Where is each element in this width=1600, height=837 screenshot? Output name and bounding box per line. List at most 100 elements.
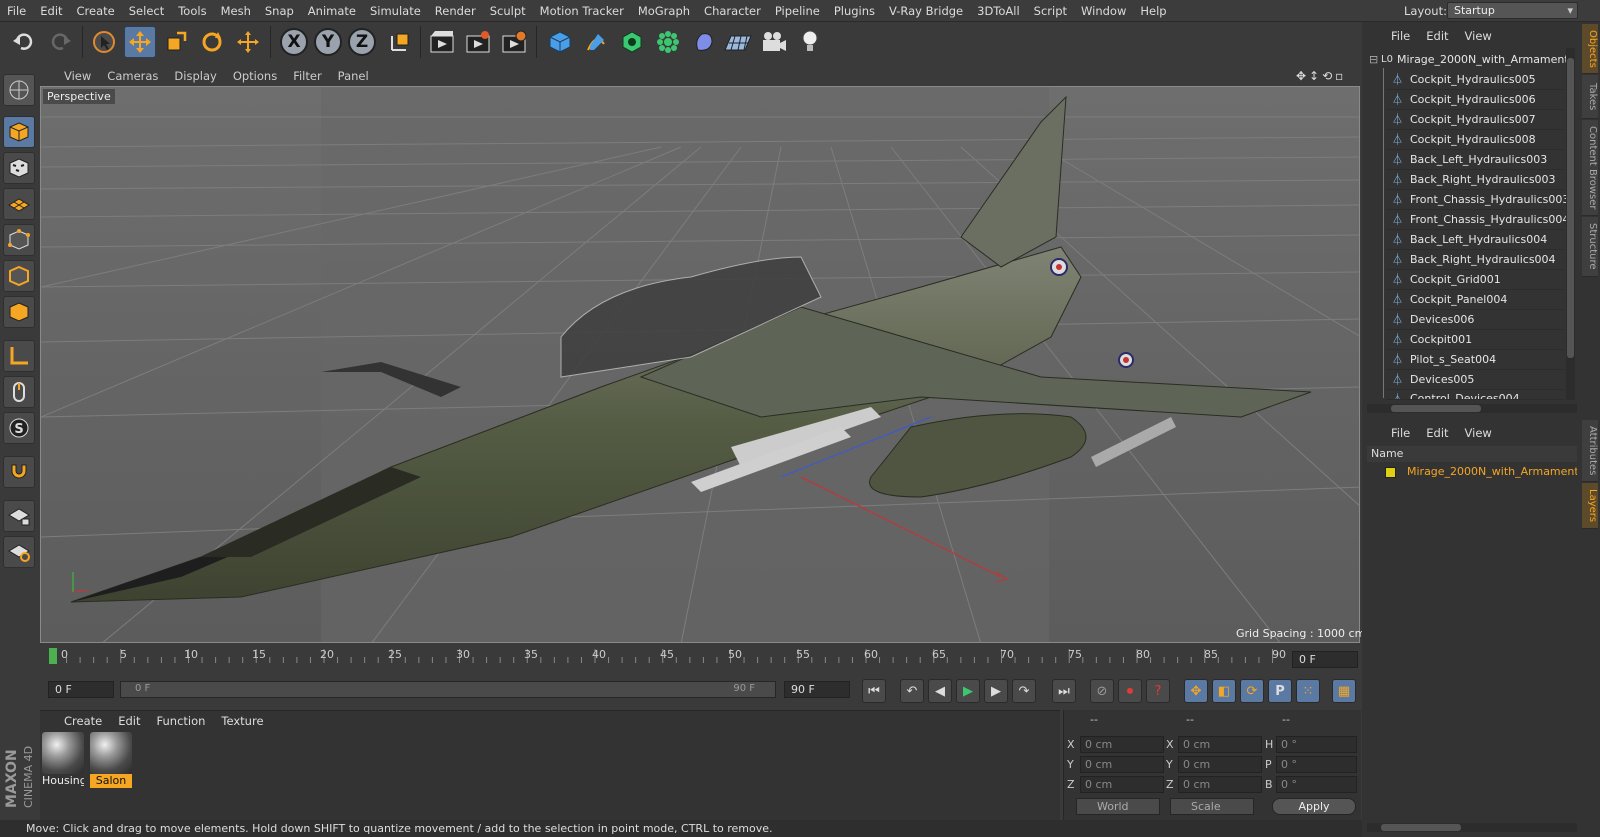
obj-menu-file[interactable]: File xyxy=(1383,26,1418,46)
scroll-thumb[interactable] xyxy=(1567,58,1574,358)
tab-layers[interactable]: Layers xyxy=(1582,483,1598,529)
magnet-icon[interactable] xyxy=(3,456,35,488)
edges-mode-icon[interactable] xyxy=(3,260,35,292)
menu-script[interactable]: Script xyxy=(1027,0,1074,22)
model-mode-icon[interactable] xyxy=(3,116,35,148)
layout-select[interactable]: Startup xyxy=(1447,2,1578,19)
z-axis-lock[interactable]: Z xyxy=(348,28,376,56)
menu-mesh[interactable]: Mesh xyxy=(214,0,258,22)
position-y-field[interactable]: 0 cm xyxy=(1080,756,1164,773)
polygons-mode-icon[interactable] xyxy=(3,296,35,328)
object-item[interactable]: ⏃ Cockpit001 xyxy=(1386,330,1564,350)
playhead[interactable] xyxy=(49,648,57,664)
size-y-field[interactable]: 0 cm xyxy=(1178,756,1262,773)
previous-key-icon[interactable]: ↶ xyxy=(900,679,924,703)
menu-file[interactable]: File xyxy=(0,0,33,22)
frame-range-slider[interactable]: 0 F 90 F xyxy=(120,681,776,698)
mat-menu-edit[interactable]: Edit xyxy=(110,711,148,731)
scroll-thumb[interactable] xyxy=(1391,405,1481,412)
workplane-icon[interactable] xyxy=(3,188,35,220)
vp-menu-display[interactable]: Display xyxy=(166,66,224,86)
menu-tools[interactable]: Tools xyxy=(171,0,213,22)
menu-pipeline[interactable]: Pipeline xyxy=(768,0,827,22)
next-frame-icon[interactable]: ▶ xyxy=(984,679,1008,703)
floor-icon[interactable] xyxy=(722,26,754,58)
auto-keying-icon[interactable]: ⏺ xyxy=(1118,679,1142,703)
objects-vscrollbar[interactable] xyxy=(1566,48,1575,400)
scale-tool-icon[interactable] xyxy=(160,26,192,58)
objects-hscrollbar[interactable] xyxy=(1367,404,1577,413)
keyframe-selection-icon[interactable]: ? xyxy=(1146,679,1170,703)
object-item[interactable]: ⏃ Back_Left_Hydraulics003 xyxy=(1386,150,1564,170)
transform-tool-icon[interactable] xyxy=(232,26,264,58)
light-icon[interactable] xyxy=(794,26,826,58)
object-item[interactable]: ⏃ Pilot_s_Seat004 xyxy=(1386,350,1564,370)
menu-vray-bridge[interactable]: V-Ray Bridge xyxy=(882,0,970,22)
go-to-start-icon[interactable]: ⏮ xyxy=(862,679,886,703)
texture-mode-icon[interactable] xyxy=(3,152,35,184)
menu-render[interactable]: Render xyxy=(428,0,483,22)
layer-menu-edit[interactable]: Edit xyxy=(1418,423,1456,443)
key-parameter-icon[interactable]: P xyxy=(1268,679,1292,703)
tab-takes[interactable]: Takes xyxy=(1582,75,1598,119)
redo-icon[interactable] xyxy=(44,26,76,58)
axis-mode-icon[interactable] xyxy=(3,340,35,372)
layers-hscrollbar[interactable] xyxy=(1367,823,1577,832)
points-mode-icon[interactable] xyxy=(3,224,35,256)
menu-mograph[interactable]: MoGraph xyxy=(631,0,697,22)
object-item[interactable]: ⏃ Cockpit_Hydraulics005 xyxy=(1386,70,1564,90)
coordinate-system-icon[interactable] xyxy=(384,26,416,58)
rotation-b-field[interactable]: 0 ° xyxy=(1276,776,1357,793)
layer-item[interactable]: Mirage_2000N_with_Armament_Ca xyxy=(1367,463,1577,481)
obj-menu-view[interactable]: View xyxy=(1457,26,1500,46)
y-axis-lock[interactable]: Y xyxy=(314,28,342,56)
play-icon[interactable]: ▶ xyxy=(956,679,980,703)
camera-icon[interactable] xyxy=(758,26,790,58)
object-item[interactable]: ⏃ Cockpit_Hydraulics006 xyxy=(1386,90,1564,110)
object-item[interactable]: ⏃ Control_Devices004 xyxy=(1386,390,1564,400)
menu-snap[interactable]: Snap xyxy=(258,0,301,22)
menu-sculpt[interactable]: Sculpt xyxy=(483,0,533,22)
object-item[interactable]: ⏃ Back_Left_Hydraulics004 xyxy=(1386,230,1564,250)
object-item[interactable]: ⏃ Devices006 xyxy=(1386,310,1564,330)
mat-menu-create[interactable]: Create xyxy=(56,711,110,731)
snap-icon[interactable]: S xyxy=(3,412,35,444)
object-item[interactable]: ⏃ Cockpit_Panel004 xyxy=(1386,290,1564,310)
menu-character[interactable]: Character xyxy=(697,0,768,22)
move-tool-icon[interactable] xyxy=(124,26,156,58)
collapse-icon[interactable]: ⊟ xyxy=(1369,50,1378,70)
menu-motion-tracker[interactable]: Motion Tracker xyxy=(533,0,631,22)
deformer-icon[interactable] xyxy=(688,26,720,58)
live-selection-icon[interactable] xyxy=(88,26,120,58)
key-position-icon[interactable]: ✥ xyxy=(1184,679,1208,703)
position-z-field[interactable]: 0 cm xyxy=(1080,776,1164,793)
current-frame-field[interactable]: 0 F xyxy=(1292,651,1358,668)
material-salon[interactable]: Salon xyxy=(90,732,132,788)
key-rotation-icon[interactable]: ⟳ xyxy=(1240,679,1264,703)
mograph-cloner-icon[interactable] xyxy=(652,26,684,58)
object-item[interactable]: ⏃ Devices005 xyxy=(1386,370,1564,390)
size-mode-dropdown[interactable]: Scale xyxy=(1170,798,1254,815)
vp-menu-options[interactable]: Options xyxy=(225,66,285,86)
object-item[interactable]: ⏃ Front_Chassis_Hydraulics004 xyxy=(1386,210,1569,230)
coord-system-dropdown[interactable]: World xyxy=(1076,798,1160,815)
render-settings-icon[interactable] xyxy=(498,26,530,58)
size-z-field[interactable]: 0 cm xyxy=(1178,776,1262,793)
object-item[interactable]: ⏃ Cockpit_Hydraulics007 xyxy=(1386,110,1564,130)
vp-menu-filter[interactable]: Filter xyxy=(285,66,329,86)
next-key-icon[interactable]: ↷ xyxy=(1012,679,1036,703)
go-to-end-icon[interactable]: ⏭ xyxy=(1052,679,1076,703)
workplane-lock-icon[interactable] xyxy=(3,500,35,532)
tab-structure[interactable]: Structure xyxy=(1582,217,1598,277)
object-root[interactable]: ⊟ L0 Mirage_2000N_with_Armament_ xyxy=(1367,50,1574,70)
rotation-p-field[interactable]: 0 ° xyxy=(1276,756,1357,773)
object-item[interactable]: ⏃ Cockpit_Hydraulics008 xyxy=(1386,130,1564,150)
render-to-picture-viewer-icon[interactable] xyxy=(462,26,494,58)
x-axis-lock[interactable]: X xyxy=(280,28,308,56)
object-item[interactable]: ⏃ Back_Right_Hydraulics004 xyxy=(1386,250,1564,270)
start-frame-field[interactable]: 0 F xyxy=(48,681,114,698)
rotation-h-field[interactable]: 0 ° xyxy=(1276,736,1357,753)
object-item[interactable]: ⏃ Cockpit_Grid001 xyxy=(1386,270,1564,290)
menu-3dtoall[interactable]: 3DToAll xyxy=(970,0,1027,22)
vp-menu-view[interactable]: View xyxy=(56,66,99,86)
